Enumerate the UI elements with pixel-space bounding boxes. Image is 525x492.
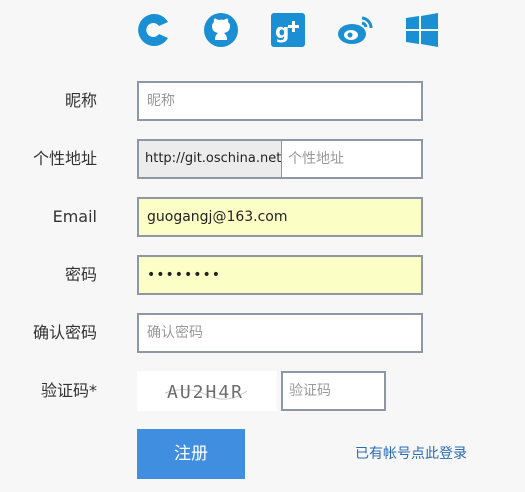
confirm-password-label: 确认密码 <box>32 323 97 342</box>
login-link[interactable]: 已有帐号点此登录 <box>355 443 467 463</box>
weibo-icon[interactable] <box>335 10 375 50</box>
captcha-text: AU2H4R <box>167 382 244 403</box>
confirm-password-input[interactable]: 确认密码 <box>137 313 423 353</box>
homepage-prefix: http://git.oschina.net/ <box>137 139 282 179</box>
captcha-label: 验证码* <box>40 381 97 400</box>
email-label: Email <box>52 207 97 226</box>
captcha-image[interactable]: AU2H4R <box>137 371 277 411</box>
password-input[interactable]: •••••••• <box>137 255 423 295</box>
github-icon[interactable] <box>201 10 241 50</box>
social-login-bar: g <box>134 10 444 54</box>
homepage-label: 个性地址 <box>32 149 97 168</box>
email-input[interactable]: guogangj@163.com <box>137 197 423 237</box>
password-label: 密码 <box>64 265 97 284</box>
homepage-input[interactable]: 个性地址 <box>281 139 423 179</box>
register-button[interactable]: 注册 <box>137 429 245 479</box>
nickname-label: 昵称 <box>64 91 97 110</box>
captcha-input[interactable]: 验证码 <box>281 371 386 411</box>
svg-text:g: g <box>275 19 289 43</box>
oschina-icon[interactable] <box>134 10 174 50</box>
nickname-input[interactable]: 昵称 <box>137 81 423 121</box>
google-plus-icon[interactable]: g <box>268 10 308 50</box>
windows-icon[interactable] <box>402 10 442 50</box>
